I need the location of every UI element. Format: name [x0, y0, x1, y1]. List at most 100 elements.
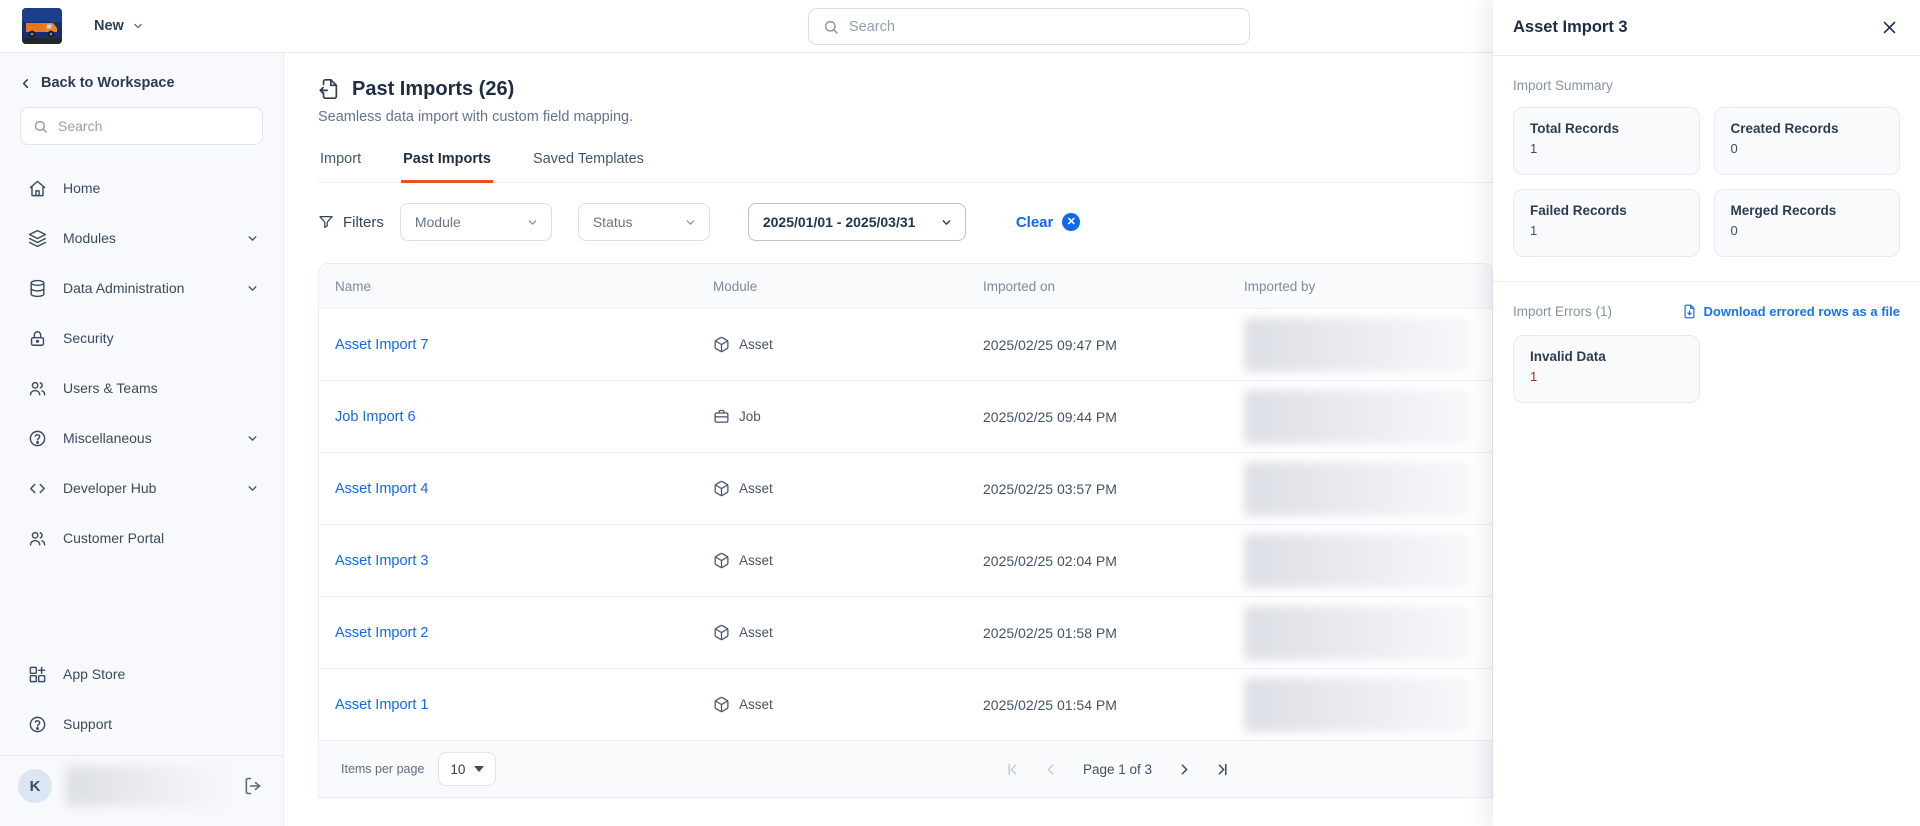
chevron-down-icon — [684, 216, 697, 229]
import-name-link[interactable]: Asset Import 1 — [335, 697, 428, 713]
table-row[interactable]: Asset Import 2 Asset 2025/02/25 01:58 PM — [319, 596, 1492, 668]
panel-title: Asset Import 3 — [1513, 18, 1628, 37]
chevron-down-icon — [246, 232, 259, 245]
summary-card-total: Total Records 1 — [1513, 107, 1700, 175]
table-row[interactable]: Asset Import 3 Asset 2025/02/25 02:04 PM — [319, 524, 1492, 596]
detail-panel: Asset Import 3 Import Summary Total Reco… — [1493, 0, 1920, 826]
chevron-down-icon — [246, 482, 259, 495]
sidebar-item-developer-hub[interactable]: Developer Hub — [0, 463, 283, 513]
redacted-user — [1244, 678, 1470, 732]
sidebar-item-modules[interactable]: Modules — [0, 213, 283, 263]
redacted-user-name — [66, 766, 227, 806]
first-page-button[interactable] — [1003, 759, 1024, 780]
main-content: Past Imports (26) Seamless data import w… — [284, 53, 1493, 826]
imported-on: 2025/02/25 09:47 PM — [967, 337, 1228, 353]
sign-out-icon[interactable] — [243, 776, 263, 796]
home-icon — [28, 179, 47, 198]
summary-card-merged: Merged Records 0 — [1714, 189, 1901, 257]
pager: Page 1 of 3 — [1003, 759, 1232, 780]
module-filter-select[interactable]: Module — [400, 203, 552, 241]
previous-page-button[interactable] — [1040, 759, 1061, 780]
imported-on: 2025/02/25 03:57 PM — [967, 481, 1228, 497]
global-search-input[interactable]: Search — [808, 8, 1250, 45]
import-name-link[interactable]: Asset Import 3 — [335, 553, 428, 569]
last-page-button[interactable] — [1211, 759, 1232, 780]
asset-icon — [713, 552, 730, 569]
error-cards: Invalid Data 1 — [1513, 335, 1900, 403]
sidebar-item-security[interactable]: Security — [0, 313, 283, 363]
search-icon — [33, 119, 48, 134]
sidebar-item-customer-portal[interactable]: Customer Portal — [0, 513, 283, 563]
sidebar-item-miscellaneous[interactable]: Miscellaneous — [0, 413, 283, 463]
page-subtitle: Seamless data import with custom field m… — [318, 109, 1493, 125]
table-row[interactable]: Asset Import 1 Asset 2025/02/25 01:54 PM — [319, 668, 1492, 740]
table-row[interactable]: Asset Import 7 Asset 2025/02/25 09:47 PM — [319, 308, 1492, 380]
module-label: Asset — [739, 337, 773, 352]
table-row[interactable]: Job Import 6 Job 2025/02/25 09:44 PM — [319, 380, 1492, 452]
redacted-user — [1244, 462, 1470, 516]
import-name-link[interactable]: Job Import 6 — [335, 409, 416, 425]
chevron-left-icon — [18, 76, 33, 91]
lock-icon — [28, 329, 47, 348]
sidebar-item-support[interactable]: Support — [0, 699, 283, 749]
summary-card-created: Created Records 0 — [1714, 107, 1901, 175]
chevron-down-icon — [246, 432, 259, 445]
asset-icon — [713, 480, 730, 497]
download-errored-rows-link[interactable]: Download errored rows as a file — [1682, 304, 1901, 319]
sidebar: Back to Workspace Search Home Modules Da… — [0, 53, 284, 826]
module-label: Asset — [739, 481, 773, 496]
column-header-imported-by: Imported by — [1228, 279, 1492, 294]
tab-saved-templates[interactable]: Saved Templates — [531, 151, 646, 182]
user-row: K — [0, 756, 283, 820]
sidebar-item-users-teams[interactable]: Users & Teams — [0, 363, 283, 413]
database-icon — [28, 279, 47, 298]
import-name-link[interactable]: Asset Import 4 — [335, 481, 428, 497]
import-errors-title: Import Errors (1) — [1513, 304, 1612, 319]
new-dropdown[interactable]: New — [94, 18, 144, 34]
imported-on: 2025/02/25 09:44 PM — [967, 409, 1228, 425]
filters-label: Filters — [318, 214, 384, 231]
date-range-select[interactable]: 2025/01/01 - 2025/03/31 — [748, 203, 966, 241]
table-header-row: Name Module Imported on Imported by — [319, 264, 1492, 308]
redacted-user — [1244, 390, 1470, 444]
import-name-link[interactable]: Asset Import 7 — [335, 337, 428, 353]
sidebar-item-data-administration[interactable]: Data Administration — [0, 263, 283, 313]
asset-icon — [713, 696, 730, 713]
chevron-down-icon — [940, 216, 953, 229]
column-header-name: Name — [319, 279, 697, 294]
module-label: Asset — [739, 697, 773, 712]
redacted-user — [1244, 606, 1470, 660]
column-header-module: Module — [697, 279, 967, 294]
tab-import[interactable]: Import — [318, 151, 363, 182]
sidebar-item-app-store[interactable]: App Store — [0, 649, 283, 699]
module-label: Job — [739, 409, 761, 424]
search-placeholder: Search — [849, 19, 895, 35]
clear-filters-button[interactable]: Clear ✕ — [1016, 213, 1081, 231]
new-label: New — [94, 18, 124, 34]
items-per-page-select[interactable]: 10 — [438, 752, 496, 786]
import-name-link[interactable]: Asset Import 2 — [335, 625, 428, 641]
workspace-logo — [22, 8, 62, 44]
help-circle-icon — [28, 429, 47, 448]
imported-on: 2025/02/25 01:58 PM — [967, 625, 1228, 641]
back-label: Back to Workspace — [41, 75, 175, 91]
sidebar-item-home[interactable]: Home — [0, 163, 283, 213]
next-page-button[interactable] — [1174, 759, 1195, 780]
table-row[interactable]: Asset Import 4 Asset 2025/02/25 03:57 PM — [319, 452, 1492, 524]
clear-x-icon: ✕ — [1062, 213, 1080, 231]
job-icon — [713, 408, 730, 425]
back-to-workspace-link[interactable]: Back to Workspace — [0, 53, 283, 91]
sidebar-search-input[interactable]: Search — [20, 107, 263, 145]
chevron-down-icon — [246, 282, 259, 295]
status-filter-select[interactable]: Status — [578, 203, 710, 241]
triangle-down-icon — [474, 766, 484, 772]
imported-on: 2025/02/25 02:04 PM — [967, 553, 1228, 569]
close-icon[interactable] — [1881, 19, 1898, 36]
funnel-icon — [318, 214, 334, 230]
avatar: K — [18, 769, 52, 803]
search-placeholder: Search — [58, 118, 102, 134]
tab-past-imports[interactable]: Past Imports — [401, 151, 493, 183]
imported-on: 2025/02/25 01:54 PM — [967, 697, 1228, 713]
page-indicator: Page 1 of 3 — [1083, 762, 1152, 777]
help-circle-icon — [28, 715, 47, 734]
